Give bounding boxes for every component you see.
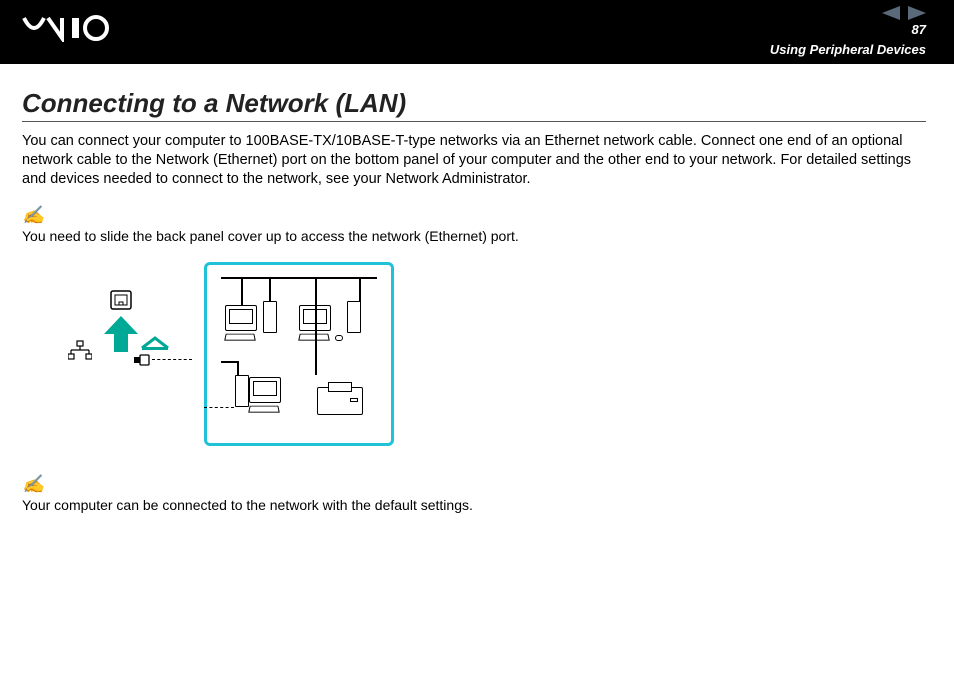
- page-title: Connecting to a Network (LAN): [22, 88, 926, 122]
- page-header: 87 Using Peripheral Devices: [0, 0, 954, 64]
- open-panel-icon: [140, 334, 170, 352]
- mouse-icon: [335, 335, 343, 341]
- prev-page-icon[interactable]: [882, 6, 900, 20]
- vaio-logo: [22, 14, 130, 47]
- next-page-icon[interactable]: [908, 6, 926, 20]
- section-title: Using Peripheral Devices: [770, 42, 926, 57]
- page-number: 87: [912, 22, 926, 37]
- content-area: Connecting to a Network (LAN) You can co…: [0, 64, 954, 513]
- ethernet-port-icon: [110, 290, 132, 310]
- network-tree-icon: [68, 340, 92, 362]
- printer-icon: [317, 387, 363, 415]
- computer-icon: [225, 305, 257, 331]
- body-paragraph: You can connect your computer to 100BASE…: [22, 132, 926, 189]
- computer-icon: [249, 377, 281, 403]
- tower-icon: [235, 375, 249, 407]
- nav-arrows: [882, 6, 926, 20]
- arrow-up-icon: [104, 316, 138, 356]
- tower-icon: [263, 301, 277, 333]
- note-1: You need to slide the back panel cover u…: [22, 228, 926, 244]
- note-icon: ✍: [22, 474, 926, 495]
- lan-diagram: [62, 262, 926, 446]
- tower-icon: [347, 301, 361, 333]
- network-topology-box: [204, 262, 394, 446]
- note-2: Your computer can be connected to the ne…: [22, 497, 926, 513]
- note-icon: ✍: [22, 205, 926, 226]
- cable-plug-icon: [134, 354, 150, 366]
